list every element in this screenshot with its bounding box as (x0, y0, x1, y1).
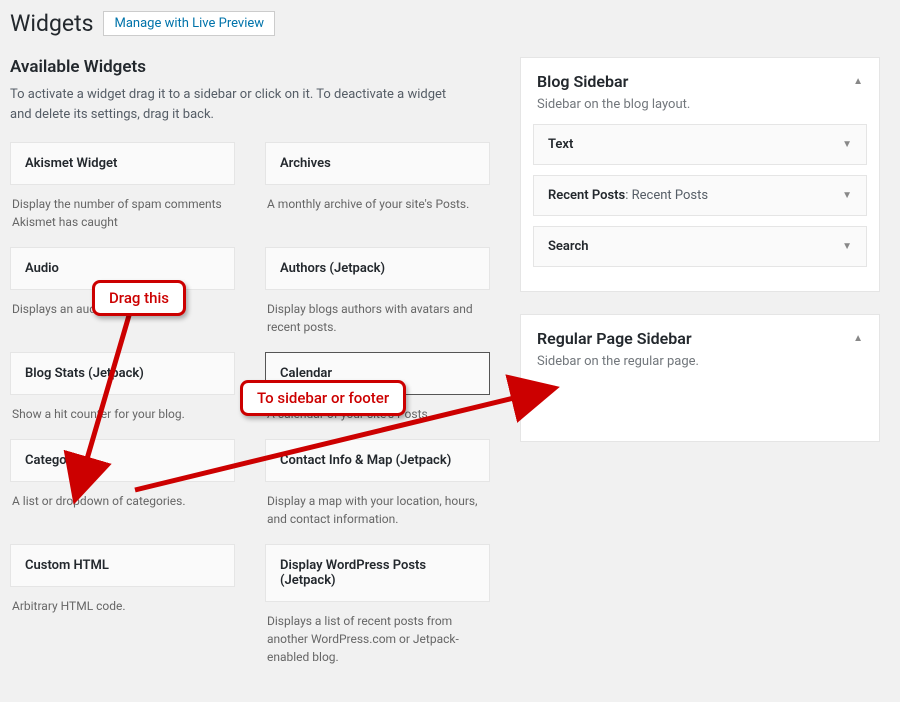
sidebar-widget-sub: : Recent Posts (625, 188, 708, 203)
widget-item: Categories A list or dropdown of categor… (10, 439, 235, 528)
sidebar-regular-desc: Sidebar on the regular page. (521, 354, 879, 381)
available-widgets-desc: To activate a widget drag it to a sideba… (10, 85, 470, 124)
widget-akismet[interactable]: Akismet Widget (10, 142, 235, 185)
widget-item: Archives A monthly archive of your site'… (265, 142, 490, 231)
widget-desc: Display the number of spam comments Akis… (10, 185, 235, 231)
sidebar-widget-recent-posts[interactable]: Recent Posts: Recent Posts ▼ (533, 175, 867, 216)
widget-desc: Display a map with your location, hours,… (265, 482, 490, 528)
chevron-down-icon: ▼ (842, 242, 852, 252)
sidebar-widget-search[interactable]: Search ▼ (533, 226, 867, 267)
widget-audio[interactable]: Audio (10, 247, 235, 290)
manage-live-preview-button[interactable]: Manage with Live Preview (103, 11, 275, 36)
widget-desc: Arbitrary HTML code. (10, 587, 235, 615)
widget-desc: A monthly archive of your site's Posts. (265, 185, 490, 213)
page-title: Widgets (10, 10, 93, 37)
widget-item: Calendar A calendar of your site's Posts… (265, 352, 490, 423)
widget-desc: Display blogs authors with avatars and r… (265, 290, 490, 336)
sidebar-blog: Blog Sidebar ▲ Sidebar on the blog layou… (520, 57, 880, 292)
widget-display-posts[interactable]: Display WordPress Posts (Jetpack) (265, 544, 490, 602)
widget-contact-info[interactable]: Contact Info & Map (Jetpack) (265, 439, 490, 482)
widget-desc: A list or dropdown of categories. (10, 482, 235, 510)
widget-desc: Show a hit counter for your blog. (10, 395, 235, 423)
chevron-up-icon: ▲ (853, 77, 863, 87)
widget-archives[interactable]: Archives (265, 142, 490, 185)
available-widgets-grid: Akismet Widget Display the number of spa… (10, 142, 490, 682)
widget-desc: Displays a list of recent posts from ano… (265, 602, 490, 666)
sidebar-widget-name: Recent Posts (548, 188, 625, 203)
widget-item: Authors (Jetpack) Display blogs authors … (265, 247, 490, 336)
widget-item: Custom HTML Arbitrary HTML code. (10, 544, 235, 666)
chevron-down-icon: ▼ (842, 140, 852, 150)
widget-item: Contact Info & Map (Jetpack) Display a m… (265, 439, 490, 528)
widget-desc: Displays an audio player. (10, 290, 235, 318)
widget-item: Audio Displays an audio player. (10, 247, 235, 336)
chevron-up-icon: ▲ (853, 334, 863, 344)
widget-item: Blog Stats (Jetpack) Show a hit counter … (10, 352, 235, 423)
sidebar-regular-page: Regular Page Sidebar ▲ Sidebar on the re… (520, 314, 880, 442)
chevron-down-icon: ▼ (842, 191, 852, 201)
sidebar-regular-header[interactable]: Regular Page Sidebar ▲ (521, 315, 879, 354)
widget-categories[interactable]: Categories (10, 439, 235, 482)
sidebar-widget-name: Search (548, 239, 589, 254)
widget-calendar[interactable]: Calendar (265, 352, 490, 395)
widget-blog-stats[interactable]: Blog Stats (Jetpack) (10, 352, 235, 395)
sidebar-widget-name: Text (548, 137, 573, 152)
sidebar-blog-header[interactable]: Blog Sidebar ▲ (521, 58, 879, 97)
page-header: Widgets Manage with Live Preview (10, 10, 880, 37)
widget-custom-html[interactable]: Custom HTML (10, 544, 235, 587)
sidebar-widget-text[interactable]: Text ▼ (533, 124, 867, 165)
sidebar-areas-panel: Blog Sidebar ▲ Sidebar on the blog layou… (520, 57, 880, 682)
available-widgets-panel: Available Widgets To activate a widget d… (10, 57, 490, 682)
sidebar-blog-desc: Sidebar on the blog layout. (521, 97, 879, 124)
sidebar-blog-title: Blog Sidebar (537, 72, 628, 91)
available-widgets-title: Available Widgets (10, 57, 490, 77)
widget-desc: A calendar of your site's Posts. (265, 395, 490, 423)
sidebar-regular-title: Regular Page Sidebar (537, 329, 692, 348)
widget-item: Akismet Widget Display the number of spa… (10, 142, 235, 231)
widget-authors[interactable]: Authors (Jetpack) (265, 247, 490, 290)
widget-item: Display WordPress Posts (Jetpack) Displa… (265, 544, 490, 666)
